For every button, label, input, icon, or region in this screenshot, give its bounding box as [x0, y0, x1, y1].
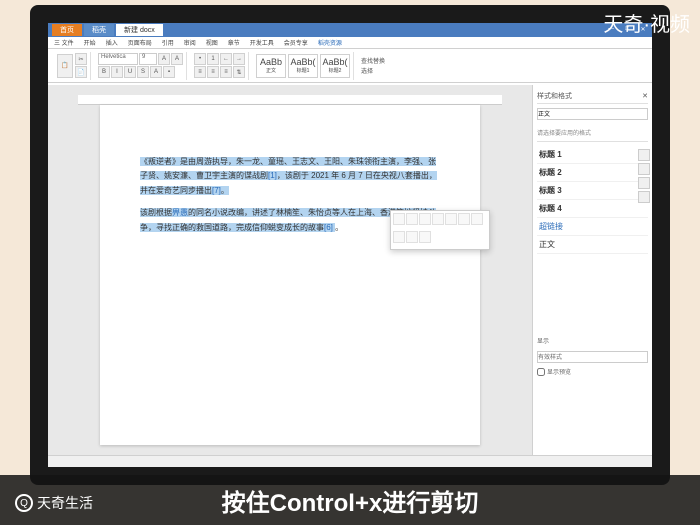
status-bar: [48, 455, 652, 467]
font-color-button[interactable]: A: [150, 66, 162, 78]
preview-checkbox-row[interactable]: 显示预览: [537, 367, 648, 376]
panel-show-label: 显示: [537, 334, 648, 347]
ctx-highlight-button[interactable]: [458, 213, 470, 225]
align-right-button[interactable]: ≡: [220, 66, 232, 78]
ribbon-editing: 查找替换 选择: [358, 52, 388, 80]
copy-button[interactable]: 📄: [75, 66, 87, 78]
menu-file[interactable]: 三 文件: [54, 38, 74, 47]
mini-btn-3[interactable]: [638, 177, 650, 189]
ctx-indent-button[interactable]: [406, 231, 418, 243]
paragraph-1[interactable]: 《叛逆者》是由周游执导，朱一龙、童瑶、王志文、王阳、朱珠领衔主演，李强、张子贤、…: [140, 155, 440, 198]
ctx-font-button[interactable]: [393, 213, 405, 225]
panel-instruction: 请选择要应用的格式: [537, 124, 648, 142]
panel-close-button[interactable]: ✕: [642, 92, 648, 100]
decrease-font-button[interactable]: A: [171, 53, 183, 65]
panel-header: 样式和格式 ✕: [537, 89, 648, 104]
menu-insert[interactable]: 插入: [106, 38, 118, 47]
menu-devtools[interactable]: 开发工具: [250, 38, 274, 47]
ribbon-clipboard: 📋 ✂ 📄: [54, 52, 91, 80]
ctx-color-button[interactable]: [445, 213, 457, 225]
styles-panel: 样式和格式 ✕ 正文 请选择要应用的格式 标题 1 标题 2 标题 3 标题 4…: [532, 85, 652, 455]
app-screen: 首页 稻壳 新建 docx — □ ✕ 三 文件 开始 插入 页面布局 引用 审…: [48, 23, 652, 467]
logo-text: 天奇生活: [37, 493, 93, 513]
document-area: 《叛逆者》是由周游执导，朱一龙、童瑶、王志文、王阳、朱珠领衔主演，李强、张子贤、…: [48, 85, 652, 455]
caption-text: 按住Control+x进行剪切: [222, 483, 479, 518]
menu-references[interactable]: 引用: [162, 38, 174, 47]
current-style-select[interactable]: 正文: [537, 108, 648, 120]
menu-layout[interactable]: 页面布局: [128, 38, 152, 47]
highlight-button[interactable]: ▪: [163, 66, 175, 78]
ribbon-paragraph: • 1 ← → ≡ ≡ ≡ ⇅: [191, 52, 249, 80]
title-bar: 首页 稻壳 新建 docx — □ ✕: [48, 23, 652, 37]
ribbon-styles: AaBb 正文 AaBb( 标题1 AaBb( 标题2: [253, 52, 354, 80]
style-heading2[interactable]: AaBb( 标题2: [320, 54, 350, 78]
ribbon: 📋 ✂ 📄 Helvetica 9 A A B I: [48, 49, 652, 83]
mini-btn-2[interactable]: [638, 163, 650, 175]
menu-resources[interactable]: 稻壳资源: [318, 38, 342, 47]
bold-button[interactable]: B: [98, 66, 110, 78]
ctx-align-button[interactable]: [471, 213, 483, 225]
right-mini-toolbar: [638, 149, 650, 203]
mini-btn-1[interactable]: [638, 149, 650, 161]
horizontal-ruler[interactable]: [78, 95, 502, 105]
increase-font-button[interactable]: A: [158, 53, 170, 65]
strike-button[interactable]: S: [137, 66, 149, 78]
floating-mini-toolbar: [390, 210, 490, 250]
style-list: 标题 1 标题 2 标题 3 标题 4 超链接 正文: [537, 146, 648, 254]
panel-title: 样式和格式: [537, 91, 572, 101]
tab-home[interactable]: 首页: [52, 24, 82, 36]
style-item-h4[interactable]: 标题 4: [537, 200, 648, 218]
ctx-bold-button[interactable]: [419, 213, 431, 225]
ctx-size-button[interactable]: [406, 213, 418, 225]
line-spacing-button[interactable]: ⇅: [233, 66, 245, 78]
font-size-select[interactable]: 9: [139, 53, 157, 65]
style-normal[interactable]: AaBb 正文: [256, 54, 286, 78]
indent-dec-button[interactable]: ←: [220, 53, 232, 65]
underline-button[interactable]: U: [124, 66, 136, 78]
align-center-button[interactable]: ≡: [207, 66, 219, 78]
preview-checkbox-label: 显示预览: [547, 367, 571, 376]
italic-button[interactable]: I: [111, 66, 123, 78]
indent-inc-button[interactable]: →: [233, 53, 245, 65]
preview-checkbox[interactable]: [537, 368, 545, 376]
logo-icon: Q: [15, 494, 33, 512]
tab-strip: 首页 稻壳 新建 docx: [52, 24, 163, 36]
bullets-button[interactable]: •: [194, 53, 206, 65]
menu-member[interactable]: 会员专享: [284, 38, 308, 47]
document-page[interactable]: 《叛逆者》是由周游执导，朱一龙、童瑶、王志文、王阳、朱珠领衔主演，李强、张子贤、…: [100, 105, 480, 445]
bottom-logo: Q 天奇生活: [15, 493, 93, 513]
caption-bar: 按住Control+x进行剪切: [0, 475, 700, 525]
page-container: 《叛逆者》是由周游执导，朱一龙、童瑶、王志文、王阳、朱珠领衔主演，李强、张子贤、…: [48, 85, 532, 455]
menu-review[interactable]: 审阅: [184, 38, 196, 47]
ribbon-font: Helvetica 9 A A B I U S A ▪: [95, 52, 187, 80]
style-item-hyperlink[interactable]: 超链接: [537, 218, 648, 236]
tab-daoke[interactable]: 稻壳: [84, 24, 114, 36]
align-left-button[interactable]: ≡: [194, 66, 206, 78]
find-replace-button[interactable]: 查找替换: [361, 56, 385, 65]
mini-btn-4[interactable]: [638, 191, 650, 203]
menu-bar: 三 文件 开始 插入 页面布局 引用 审阅 视图 章节 开发工具 会员专享 稻壳…: [48, 37, 652, 49]
style-item-h3[interactable]: 标题 3: [537, 182, 648, 200]
style-item-h2[interactable]: 标题 2: [537, 164, 648, 182]
select-button[interactable]: 选择: [361, 66, 385, 75]
menu-view[interactable]: 视图: [206, 38, 218, 47]
menu-start[interactable]: 开始: [84, 38, 96, 47]
panel-show-select[interactable]: 有效样式: [537, 351, 648, 363]
style-item-normal[interactable]: 正文: [537, 236, 648, 254]
cut-button[interactable]: ✂: [75, 53, 87, 65]
ctx-bullets-button[interactable]: [393, 231, 405, 243]
ctx-more-button[interactable]: [419, 231, 431, 243]
paste-button[interactable]: 📋: [57, 54, 73, 78]
tab-document[interactable]: 新建 docx: [116, 24, 163, 36]
numbering-button[interactable]: 1: [207, 53, 219, 65]
monitor-frame: 首页 稻壳 新建 docx — □ ✕ 三 文件 开始 插入 页面布局 引用 审…: [30, 5, 670, 485]
panel-footer: 显示 有效样式 显示预览: [537, 334, 648, 376]
style-heading1[interactable]: AaBb( 标题1: [288, 54, 318, 78]
top-watermark: 天奇·视频: [603, 8, 690, 37]
font-name-select[interactable]: Helvetica: [98, 53, 138, 65]
menu-section[interactable]: 章节: [228, 38, 240, 47]
style-item-h1[interactable]: 标题 1: [537, 146, 648, 164]
ctx-italic-button[interactable]: [432, 213, 444, 225]
